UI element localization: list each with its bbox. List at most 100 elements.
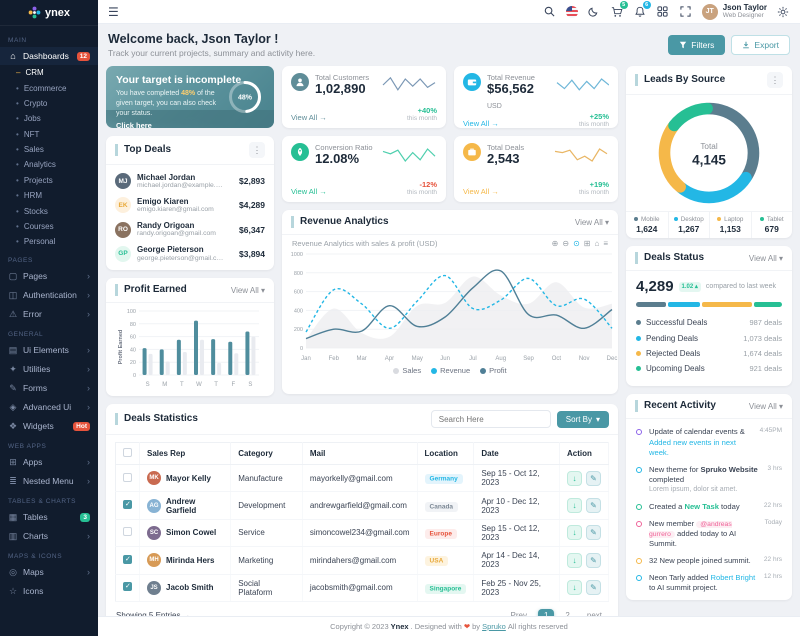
settings-gear-icon[interactable] — [776, 5, 790, 19]
view-all-link[interactable]: View All → — [291, 187, 327, 196]
table-row[interactable]: MHMirinda Hers Marketing mirindahers@gma… — [116, 547, 609, 574]
filters-button[interactable]: Filters — [668, 35, 725, 55]
pagination-prev[interactable]: Prev — [505, 609, 533, 616]
edit-action-icon[interactable]: ✎ — [586, 525, 601, 540]
legend-item[interactable]: Profit — [480, 366, 507, 375]
search-icon[interactable] — [543, 5, 557, 19]
menu-toggle-icon[interactable]: ☰ — [108, 6, 119, 18]
select-all-checkbox[interactable] — [123, 448, 132, 457]
dark-mode-moon-icon[interactable] — [587, 5, 601, 19]
chart-tool-icon[interactable]: ⌂ — [594, 239, 599, 248]
table-row[interactable]: JSJacob Smith Social Plataform jacobsmit… — [116, 574, 609, 601]
revenue-view-all[interactable]: View All ▾ — [575, 218, 609, 227]
designer-link[interactable]: Spruko — [482, 622, 506, 631]
top-deal-row[interactable]: EK Emigo Kiarenemigo.kiaren@gmail.com $4… — [115, 197, 265, 214]
deals-status-view-all[interactable]: View All ▾ — [749, 254, 783, 263]
sidebar-item-utilities[interactable]: ✦ Utilities› — [0, 360, 98, 379]
sidebar-item-error[interactable]: ⚠ Error› — [0, 305, 98, 324]
target-click-here-link[interactable]: Click here — [116, 121, 152, 128]
chart-tool-icon[interactable]: ⊙ — [573, 239, 580, 248]
search-input[interactable] — [431, 410, 551, 428]
sidebar-subitem-sales[interactable]: •Sales — [0, 142, 98, 157]
download-action-icon[interactable]: ↓ — [567, 471, 582, 486]
column-header-sales-rep[interactable]: Sales Rep — [140, 443, 231, 465]
download-action-icon[interactable]: ↓ — [567, 498, 582, 513]
sidebar-item-widgets[interactable]: ❖ WidgetsHot — [0, 417, 98, 436]
table-row[interactable]: AGAndrew Garfield Development andrewgarf… — [116, 492, 609, 519]
chart-tool-icon[interactable]: ⊖ — [562, 239, 569, 248]
apps-grid-icon[interactable] — [656, 5, 670, 19]
column-header-date[interactable]: Date — [474, 443, 560, 465]
sort-by-button[interactable]: Sort By ▾ — [557, 411, 609, 428]
sidebar-item-dashboards[interactable]: ⌂ Dashboards12 — [0, 47, 98, 65]
legend-item[interactable]: Sales — [393, 366, 421, 375]
sidebar-subitem-stocks[interactable]: •Stocks — [0, 203, 98, 218]
language-flag-icon[interactable] — [566, 6, 578, 18]
notifications-bell-icon[interactable]: 6 — [633, 5, 647, 19]
activity-item[interactable]: Update of calendar events & Added new ev… — [636, 424, 782, 462]
sidebar-subitem-nft[interactable]: •NFT — [0, 127, 98, 142]
sidebar-subitem-ecommerce[interactable]: •Ecommerce — [0, 80, 98, 95]
table-row[interactable]: SCSimon Cowel Service simoncowel234@gmai… — [116, 519, 609, 546]
chart-tool-icon[interactable]: ⊕ — [552, 239, 559, 248]
column-header-action[interactable]: Action — [559, 443, 608, 465]
download-action-icon[interactable]: ↓ — [567, 553, 582, 568]
sidebar-item-tables[interactable]: ▦ Tables3 — [0, 508, 98, 527]
activity-item[interactable]: Replied to new support request ✓ 4 hrs — [636, 597, 782, 600]
top-deal-row[interactable]: GP George Pietersongeorge.pieterson@gmai… — [115, 245, 265, 262]
sidebar-subitem-hrm[interactable]: •HRM — [0, 188, 98, 203]
view-all-link[interactable]: View All → — [463, 187, 499, 196]
more-options-icon[interactable]: ⋮ — [249, 142, 265, 158]
activity-item[interactable]: Neon Tarly added Robert Bright to AI sum… — [636, 570, 782, 597]
more-options-icon[interactable]: ⋮ — [767, 72, 783, 88]
edit-action-icon[interactable]: ✎ — [586, 553, 601, 568]
row-checkbox[interactable] — [123, 555, 132, 564]
chart-tool-icon[interactable]: ≡ — [603, 239, 608, 248]
edit-action-icon[interactable]: ✎ — [586, 580, 601, 595]
sidebar-subitem-crm[interactable]: –CRM — [0, 65, 98, 80]
pagination-page-1[interactable]: 1 — [538, 609, 554, 616]
legend-item[interactable]: Revenue — [431, 366, 470, 375]
download-action-icon[interactable]: ↓ — [567, 525, 582, 540]
sidebar-subitem-analytics[interactable]: •Analytics — [0, 157, 98, 172]
profit-view-all[interactable]: View All ▾ — [231, 286, 265, 295]
logo[interactable]: ynex — [0, 0, 98, 26]
view-all-link[interactable]: View All → — [463, 119, 499, 128]
pagination-next[interactable]: next — [581, 609, 608, 616]
sidebar-subitem-personal[interactable]: •Personal — [0, 234, 98, 249]
sidebar-item-pages[interactable]: ▢ Pages› — [0, 267, 98, 286]
sidebar-item-icons[interactable]: ☆ Icons — [0, 582, 98, 601]
sidebar-item-authentication[interactable]: ◫ Authentication› — [0, 286, 98, 305]
column-header-mail[interactable]: Mail — [302, 443, 417, 465]
sidebar-item-advanced-ui[interactable]: ◈ Advanced Ui› — [0, 398, 98, 417]
row-checkbox[interactable] — [123, 473, 132, 482]
top-deal-row[interactable]: RO Randy Origoanrandy.origoan@gmail.com … — [115, 221, 265, 238]
column-header-category[interactable]: Category — [231, 443, 303, 465]
sidebar-subitem-projects[interactable]: •Projects — [0, 173, 98, 188]
sidebar-item-charts[interactable]: ▥ Charts› — [0, 527, 98, 546]
activity-view-all[interactable]: View All ▾ — [749, 402, 783, 411]
row-checkbox[interactable] — [123, 527, 132, 536]
edit-action-icon[interactable]: ✎ — [586, 498, 601, 513]
cart-icon[interactable]: 5 — [610, 5, 624, 19]
sidebar-item-forms[interactable]: ✎ Forms› — [0, 379, 98, 398]
edit-action-icon[interactable]: ✎ — [586, 471, 601, 486]
table-row[interactable]: MKMayor Kelly Manufacture mayorkelly@gma… — [116, 465, 609, 492]
column-header-location[interactable]: Location — [417, 443, 474, 465]
activity-item[interactable]: New theme for Spruko Website completedLo… — [636, 462, 782, 499]
sidebar-item-nested-menu[interactable]: ≣ Nested Menu› — [0, 472, 98, 491]
top-deal-row[interactable]: MJ Michael Jordanmichael.jordan@example.… — [115, 173, 265, 190]
sidebar-subitem-crypto[interactable]: •Crypto — [0, 96, 98, 111]
row-checkbox[interactable] — [123, 582, 132, 591]
sidebar-item-apps[interactable]: ⊞ Apps› — [0, 453, 98, 472]
user-menu[interactable]: JT Json Taylor Web Designer — [702, 4, 767, 20]
activity-item[interactable]: Created a New Task today 22 hrs — [636, 498, 782, 515]
activity-item[interactable]: New member @andreas gurrero added today … — [636, 515, 782, 553]
row-checkbox[interactable] — [123, 500, 132, 509]
sidebar-subitem-courses[interactable]: •Courses — [0, 219, 98, 234]
fullscreen-icon[interactable] — [679, 5, 693, 19]
chart-tool-icon[interactable]: ⊞ — [584, 239, 591, 248]
download-action-icon[interactable]: ↓ — [567, 580, 582, 595]
pagination-page-2[interactable]: 2 — [559, 609, 575, 616]
export-button[interactable]: Export — [731, 35, 790, 55]
